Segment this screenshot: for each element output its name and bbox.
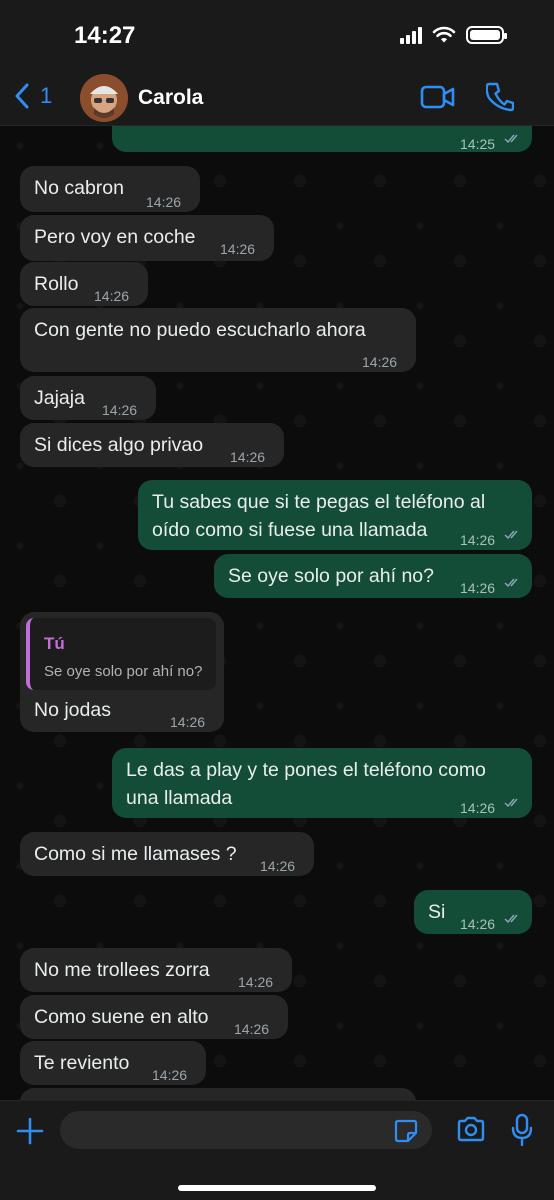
- read-ticks-icon: [504, 134, 518, 144]
- attach-button[interactable]: [14, 1115, 46, 1152]
- message-text: Pero voy en coche: [34, 226, 196, 248]
- outgoing-message[interactable]: Si 14:26: [414, 890, 532, 934]
- message-text: No jodas: [34, 699, 111, 721]
- incoming-message[interactable]: No me trollees zorra 14:26: [20, 948, 292, 992]
- camera-icon: [457, 1116, 485, 1142]
- status-bar: 14:27: [0, 0, 554, 70]
- message-time: 14:26: [460, 580, 496, 596]
- read-ticks-icon: [504, 914, 518, 924]
- sticker-icon: [394, 1119, 418, 1143]
- message-time: 14:26: [170, 714, 206, 730]
- phone-icon: [485, 82, 515, 112]
- chat-header: 1 Carola: [0, 70, 554, 126]
- sticker-button[interactable]: [394, 1119, 418, 1148]
- message-time: 14:26: [102, 402, 138, 418]
- microphone-icon: [511, 1113, 533, 1147]
- read-ticks-icon: [504, 798, 518, 808]
- incoming-message[interactable]: Como suene en alto 14:26: [20, 995, 288, 1039]
- message-text: No me trollees zorra: [34, 959, 210, 981]
- incoming-message[interactable]: Te reviento 14:26: [20, 1041, 206, 1085]
- contact-avatar[interactable]: [80, 74, 128, 122]
- message-text-line-2: oído como si fuese una llamada: [152, 519, 428, 541]
- outgoing-message[interactable]: Le das a play y te pones el teléfono com…: [112, 748, 532, 818]
- message-time: 14:26: [460, 532, 496, 548]
- incoming-reply-message[interactable]: Tú Se oye solo por ahí no? No jodas 14:2…: [20, 612, 224, 732]
- message-time: 14:26: [94, 288, 130, 304]
- message-text-line-2: una llamada: [126, 787, 233, 809]
- message-time: 14:26: [362, 354, 398, 370]
- video-call-button[interactable]: [420, 84, 456, 115]
- message-time: 14:26: [234, 1021, 270, 1037]
- incoming-message-partial[interactable]: [20, 1088, 416, 1100]
- incoming-message[interactable]: Rollo 14:26: [20, 262, 148, 306]
- home-indicator[interactable]: [178, 1185, 376, 1191]
- composer-bar: [0, 1100, 554, 1200]
- message-text: Si: [428, 901, 446, 923]
- quote-text: Se oye solo por ahí no?: [44, 663, 203, 680]
- chat-area[interactable]: 14:25 No cabron 14:26 Pero voy en coche …: [0, 126, 554, 1100]
- incoming-message[interactable]: Como si me llamases ? 14:26: [20, 832, 314, 876]
- message-text: Como suene en alto: [34, 1006, 209, 1028]
- cellular-signal-icon: [400, 26, 422, 44]
- incoming-message[interactable]: Con gente no puedo escucharlo ahora 14:2…: [20, 308, 416, 372]
- message-time: 14:26: [230, 449, 266, 465]
- status-time: 14:27: [74, 22, 136, 49]
- quoted-message[interactable]: Tú Se oye solo por ahí no?: [26, 618, 216, 690]
- unread-count: 1: [40, 83, 53, 108]
- incoming-message[interactable]: Si dices algo privao 14:26: [20, 423, 284, 467]
- message-text: Como si me llamases ?: [34, 843, 237, 865]
- message-text: Si dices algo privao: [34, 434, 204, 456]
- message-time: 14:26: [460, 800, 496, 816]
- incoming-message[interactable]: Jajaja 14:26: [20, 376, 156, 420]
- plus-icon: [16, 1117, 44, 1145]
- video-call-icon: [420, 85, 455, 109]
- incoming-message[interactable]: No cabron 14:26: [20, 166, 200, 212]
- message-time: 14:25: [460, 136, 496, 152]
- outgoing-message[interactable]: 14:25: [112, 126, 532, 152]
- message-text-line-1: Tu sabes que si te pegas el teléfono al: [152, 491, 486, 513]
- message-text: Te reviento: [34, 1052, 130, 1074]
- outgoing-message[interactable]: Se oye solo por ahí no? 14:26: [214, 554, 532, 598]
- message-text: No cabron: [34, 177, 124, 199]
- message-time: 14:26: [146, 194, 182, 210]
- message-text: Se oye solo por ahí no?: [228, 565, 434, 587]
- outgoing-message[interactable]: Tu sabes que si te pegas el teléfono al …: [138, 480, 532, 550]
- camera-button[interactable]: [456, 1115, 486, 1148]
- message-time: 14:26: [152, 1067, 188, 1083]
- message-text: Jajaja: [34, 387, 85, 409]
- message-input[interactable]: [60, 1111, 432, 1149]
- read-ticks-icon: [504, 578, 518, 588]
- message-text: Con gente no puedo escucharlo ahora: [34, 319, 366, 341]
- back-button[interactable]: 1: [14, 82, 52, 110]
- incoming-message[interactable]: Pero voy en coche 14:26: [20, 215, 274, 261]
- contact-name[interactable]: Carola: [138, 86, 203, 110]
- microphone-button[interactable]: [510, 1113, 534, 1152]
- message-time: 14:26: [260, 858, 296, 874]
- message-time: 14:26: [238, 974, 274, 990]
- message-time: 14:26: [220, 241, 256, 257]
- message-text-line-1: Le das a play y te pones el teléfono com…: [126, 759, 486, 781]
- battery-icon: [466, 26, 507, 44]
- voice-call-button[interactable]: [485, 82, 515, 117]
- status-icons: [400, 26, 507, 44]
- read-ticks-icon: [504, 530, 518, 540]
- message-time: 14:26: [460, 916, 496, 932]
- wifi-icon: [432, 26, 456, 43]
- message-text: Rollo: [34, 273, 79, 295]
- back-chevron-icon: [15, 83, 29, 109]
- quote-author: Tú: [44, 634, 65, 653]
